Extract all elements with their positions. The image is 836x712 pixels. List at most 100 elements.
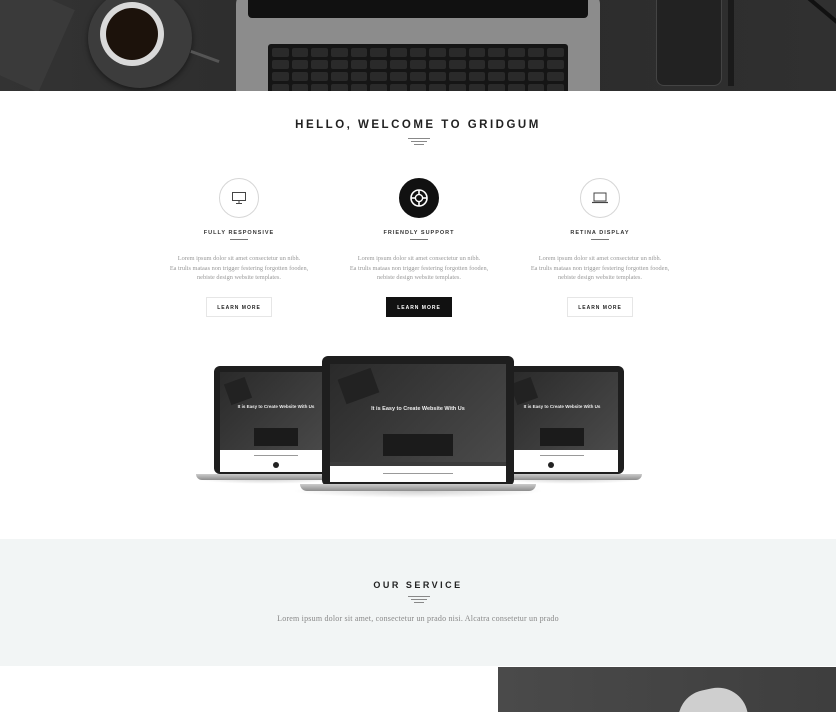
- laptop-mockup-center: It is Easy to Create Website With Us: [292, 356, 544, 498]
- keyboard-key: [370, 60, 387, 69]
- feature-friendly-support: FRIENDLY SUPPORT Lorem ipsum dolor sit a…: [324, 178, 514, 317]
- keyboard-key: [507, 72, 525, 81]
- keyboard-key: [527, 72, 545, 81]
- keyboard-key: [468, 60, 486, 69]
- keyboard-key: [448, 48, 466, 57]
- lifebuoy-icon: [399, 178, 439, 218]
- keyboard-key: [409, 60, 427, 69]
- welcome-divider: [408, 138, 430, 147]
- keyboard-key: [350, 72, 368, 81]
- feature-desc-line: Ea trulis mataas non trigger festering f…: [169, 264, 309, 272]
- keyboard-key: [370, 48, 387, 57]
- keyboard-key: [488, 72, 505, 81]
- desk-stylus: [728, 0, 734, 86]
- service-title: OUR SERVICE: [373, 580, 463, 590]
- keyboard-key: [330, 84, 348, 91]
- feature-description: Lorem ipsum dolor sit amet consectetur u…: [505, 254, 695, 283]
- keyboard-key: [389, 60, 407, 69]
- keyboard-key: [350, 60, 368, 69]
- hero-banner: [0, 0, 836, 91]
- keyboard-key: [448, 72, 466, 81]
- keyboard-key: [311, 48, 328, 57]
- keyboard-key: [507, 48, 525, 57]
- keyboard-key: [429, 84, 446, 91]
- keyboard-key: [448, 60, 466, 69]
- keyboard-key: [527, 60, 545, 69]
- keyboard-key: [488, 60, 505, 69]
- feature-desc-line: Ea trulis mataas non trigger festering f…: [530, 264, 670, 272]
- keyboard-key: [488, 48, 505, 57]
- feature-description: Lorem ipsum dolor sit amet consectetur u…: [144, 254, 334, 283]
- keyboard-key: [311, 60, 328, 69]
- keyboard-key: [330, 60, 348, 69]
- keyboard-key: [350, 84, 368, 91]
- keyboard-key: [429, 60, 446, 69]
- keyboard-key: [291, 84, 309, 91]
- monitor-icon: [219, 178, 259, 218]
- feature-description: Lorem ipsum dolor sit amet consectetur u…: [324, 254, 514, 283]
- feature-desc-line: Lorem ipsum dolor sit amet consectetur u…: [357, 255, 481, 262]
- keyboard-key: [272, 60, 289, 69]
- keyboard-key: [547, 48, 564, 57]
- learn-more-button[interactable]: LEARN MORE: [386, 296, 452, 317]
- keyboard-key: [488, 84, 505, 91]
- feature-desc-line: Lorem ipsum dolor sit amet consectetur u…: [177, 255, 301, 262]
- service-photo: [498, 667, 836, 712]
- keyboard-key: [350, 48, 368, 57]
- keyboard-key: [272, 72, 289, 81]
- keyboard-key: [311, 72, 328, 81]
- photo-object: [672, 682, 750, 712]
- keyboard-key: [527, 84, 545, 91]
- keyboard-key: [291, 60, 309, 69]
- keyboard-key: [429, 48, 446, 57]
- feature-underline: [591, 239, 609, 240]
- feature-underline: [230, 239, 248, 240]
- welcome-title: HELLO, WELCOME TO GRIDGUM: [295, 119, 541, 131]
- feature-underline: [410, 239, 428, 240]
- feature-desc-line: Lorem ipsum dolor sit amet consectetur u…: [538, 255, 662, 262]
- feature-desc-line: nebiste design website templates.: [558, 274, 642, 281]
- keyboard-key: [409, 72, 427, 81]
- feature-name: RETINA DISPLAY: [570, 230, 630, 236]
- keyboard-key: [527, 48, 545, 57]
- keyboard-key: [311, 84, 328, 91]
- feature-desc-line: nebiste design website templates.: [197, 274, 281, 281]
- hero-phone: [656, 0, 722, 86]
- feature-desc-line: Ea trulis mataas non trigger festering f…: [349, 264, 489, 272]
- keyboard-key: [409, 84, 427, 91]
- keyboard-key: [448, 84, 466, 91]
- keyboard-key: [507, 60, 525, 69]
- keyboard-key: [370, 72, 387, 81]
- feature-fully-responsive: FULLY RESPONSIVE Lorem ipsum dolor sit a…: [144, 178, 334, 317]
- keyboard-key: [389, 72, 407, 81]
- keyboard-key: [370, 84, 387, 91]
- feature-name: FRIENDLY SUPPORT: [383, 230, 455, 236]
- keyboard-key: [291, 48, 309, 57]
- keyboard-key: [468, 72, 486, 81]
- keyboard-key: [507, 84, 525, 91]
- keyboard-key: [330, 48, 348, 57]
- service-subtitle: Lorem ipsum dolor sit amet, consectetur …: [277, 614, 559, 623]
- coffee: [106, 8, 158, 60]
- keyboard-key: [409, 48, 427, 57]
- keyboard-key: [547, 72, 564, 81]
- service-divider: [408, 596, 430, 605]
- keyboard-key: [291, 72, 309, 81]
- mockup-headline: It is Easy to Create Website With Us: [371, 406, 465, 412]
- keyboard-key: [547, 60, 564, 69]
- feature-retina-display: RETINA DISPLAY Lorem ipsum dolor sit ame…: [505, 178, 695, 317]
- learn-more-button[interactable]: LEARN MORE: [567, 296, 633, 317]
- keyboard-key: [547, 84, 564, 91]
- keyboard-key: [429, 72, 446, 81]
- keyboard-key: [389, 48, 407, 57]
- keyboard-key: [389, 84, 407, 91]
- keyboard-key: [468, 48, 486, 57]
- keyboard-key: [272, 84, 289, 91]
- keyboard-key: [468, 84, 486, 91]
- laptop-icon: [580, 178, 620, 218]
- learn-more-button[interactable]: LEARN MORE: [206, 296, 272, 317]
- keyboard-key: [330, 72, 348, 81]
- hero-laptop-screen: [248, 0, 588, 18]
- keyboard-key: [272, 48, 289, 57]
- feature-desc-line: nebiste design website templates.: [377, 274, 461, 281]
